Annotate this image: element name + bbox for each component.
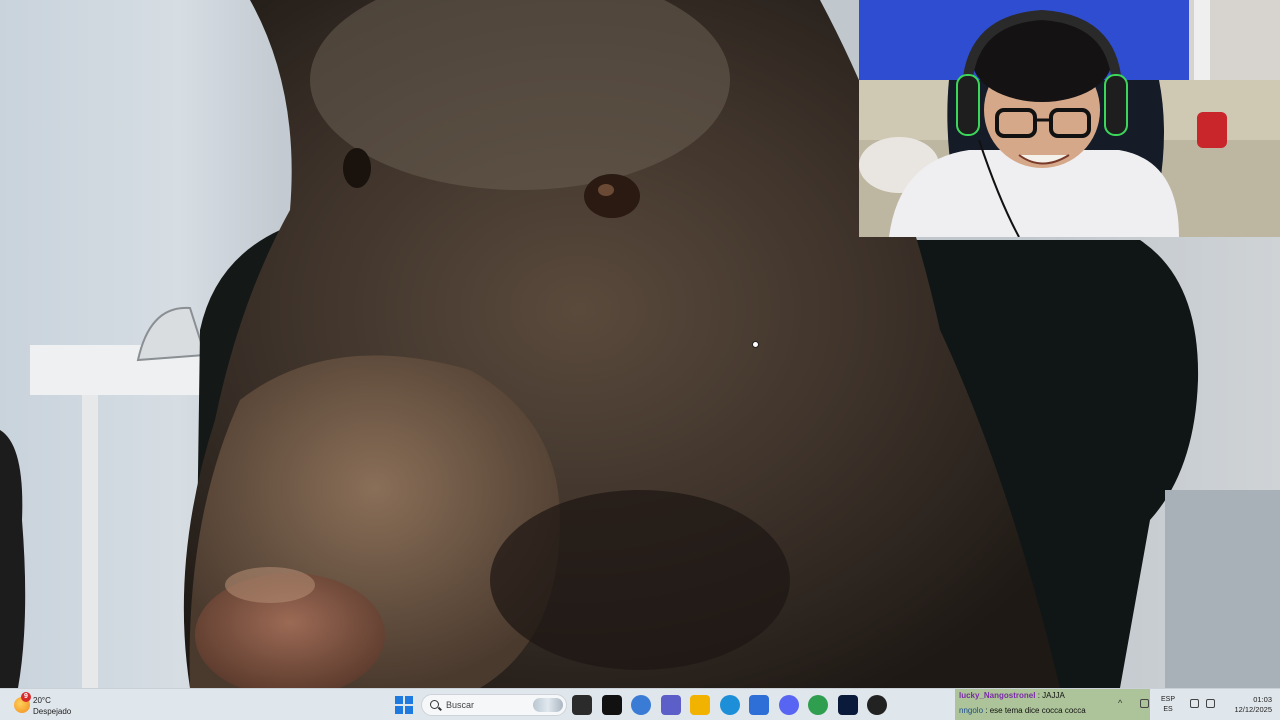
photoshop-icon[interactable] xyxy=(837,695,858,715)
microphone-icon[interactable] xyxy=(1140,699,1149,708)
streamer-webcam-image xyxy=(859,0,1280,237)
store-icon[interactable] xyxy=(749,695,769,715)
file-explorer-icon[interactable] xyxy=(690,695,710,715)
search-highlight-icon xyxy=(533,698,563,712)
capcut-icon[interactable] xyxy=(601,695,622,715)
chat-text: JAJJA xyxy=(1042,691,1065,700)
language-bottom: ES xyxy=(1163,706,1173,713)
windows-start-icon[interactable] xyxy=(395,696,413,714)
weather-widget[interactable]: 9 20°C Despejado xyxy=(12,691,102,719)
language-indicator[interactable]: ESP ES xyxy=(1160,695,1176,715)
windows-taskbar: 9 20°C Despejado Buscar lucky_Nangostron… xyxy=(0,688,1280,720)
search-icon xyxy=(430,700,439,709)
edge-icon[interactable] xyxy=(719,695,740,715)
weather-notification-badge: 9 xyxy=(21,692,31,702)
search-placeholder: Buscar xyxy=(446,700,475,710)
chat-username: lucky_Nangostronel xyxy=(959,691,1036,700)
taskbar-search-input[interactable]: Buscar xyxy=(421,694,567,716)
chat-message: nngolo : ese tema dice cocca cocca xyxy=(959,706,1086,715)
volume-icon[interactable] xyxy=(1206,699,1215,708)
webcam-overlay xyxy=(859,0,1280,237)
chat-username: nngolo xyxy=(959,706,984,715)
teams-icon[interactable] xyxy=(660,695,681,715)
chat-message: lucky_Nangostronel : JAJJA xyxy=(959,691,1065,700)
clock-date: 12/12/2025 xyxy=(1234,705,1272,714)
obs-icon[interactable] xyxy=(867,695,887,715)
mouse-cursor xyxy=(752,341,759,348)
chat-separator: : xyxy=(983,706,990,715)
task-view-icon[interactable] xyxy=(572,695,592,715)
chevron-up-icon[interactable]: ^ xyxy=(1118,698,1122,708)
copilot-icon[interactable] xyxy=(631,695,651,715)
system-clock[interactable]: 01:03 12/12/2025 xyxy=(1220,695,1272,715)
chat-text: ese tema dice cocca cocca xyxy=(989,706,1086,715)
clock-time: 01:03 xyxy=(1253,695,1272,704)
weather-condition: Despejado xyxy=(33,707,72,716)
discord-icon[interactable] xyxy=(778,695,799,715)
chrome-icon[interactable] xyxy=(808,695,828,715)
language-top: ESP xyxy=(1160,696,1175,703)
weather-temperature: 20°C xyxy=(33,696,51,705)
network-icon[interactable] xyxy=(1190,699,1199,708)
